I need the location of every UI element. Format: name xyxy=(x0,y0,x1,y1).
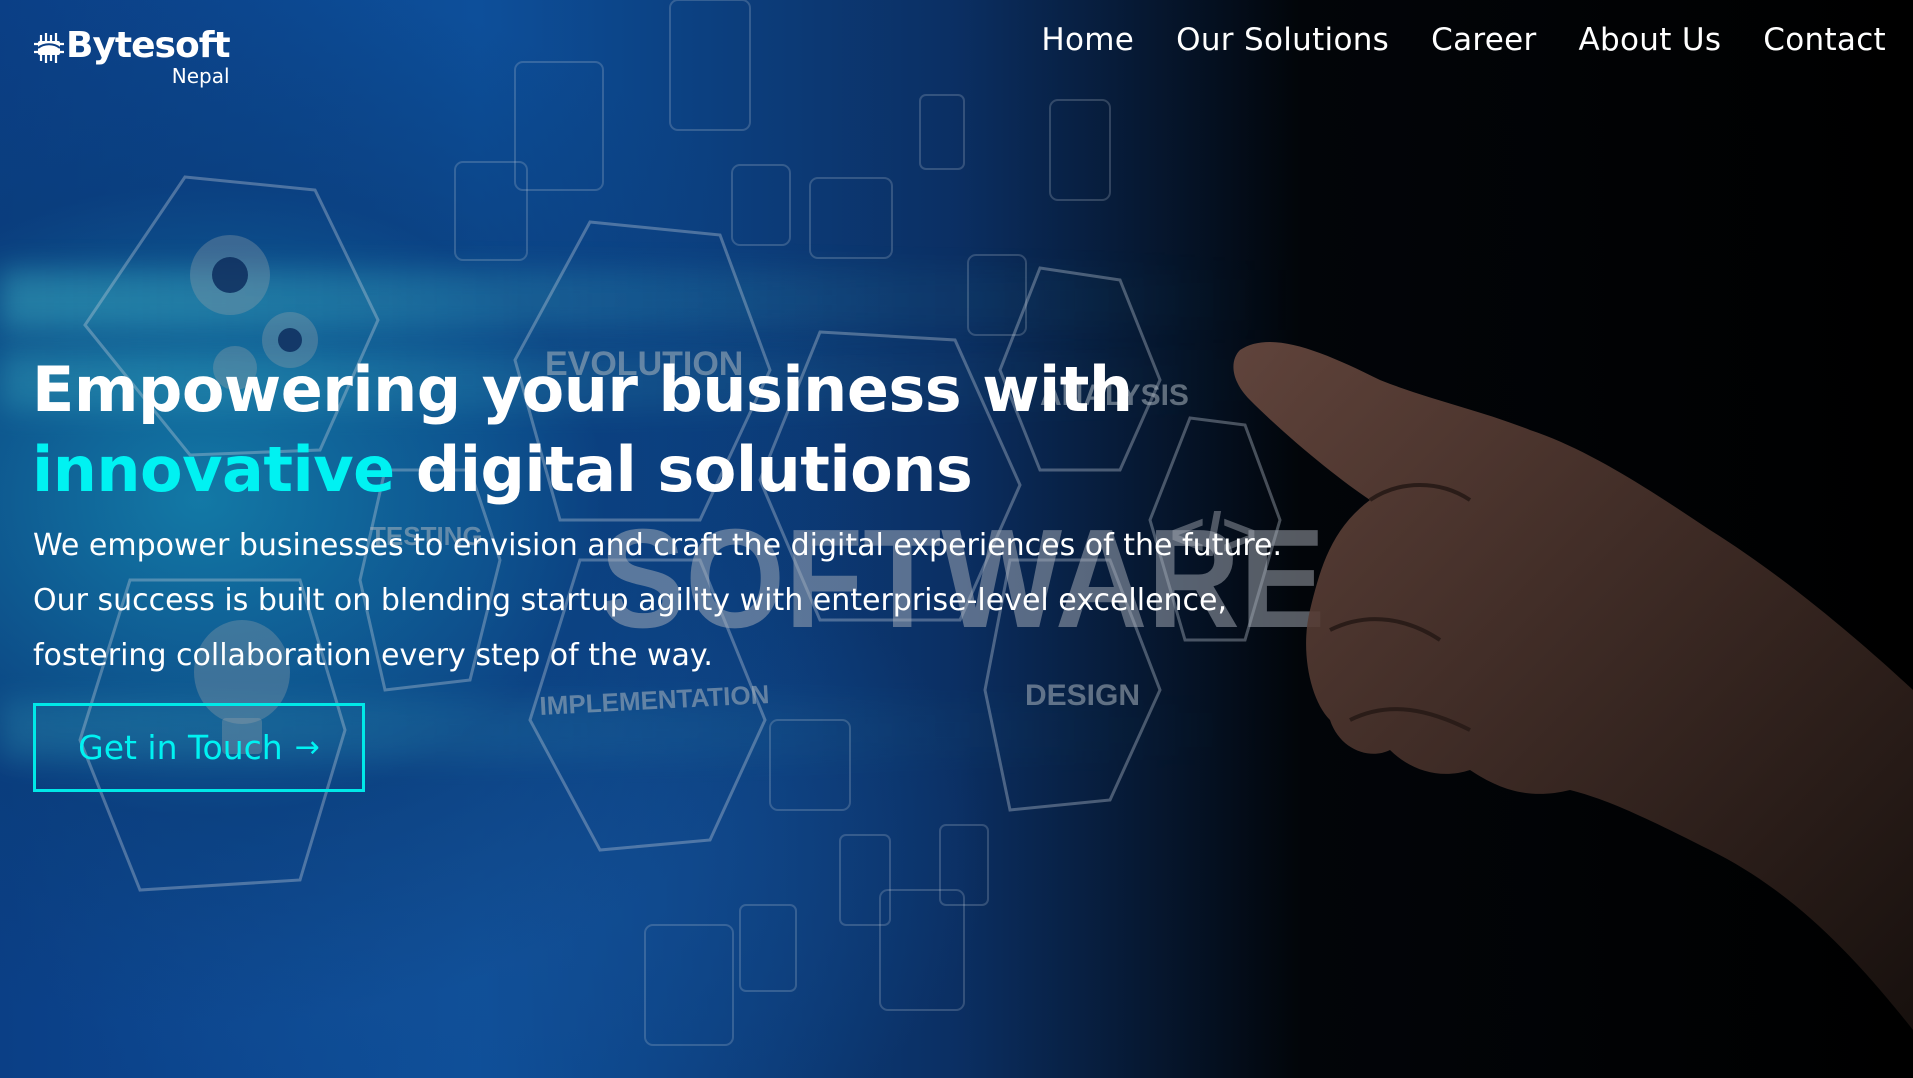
headline-line-2-rest: digital solutions xyxy=(394,433,973,506)
hero-headline: Empowering your business with innovative… xyxy=(32,350,1282,510)
nav-about-us[interactable]: About Us xyxy=(1579,22,1722,58)
brand-subtitle: Nepal xyxy=(171,64,230,88)
arrow-right-icon: → xyxy=(294,730,320,765)
main-nav: Home Our Solutions Career About Us Conta… xyxy=(1041,22,1886,58)
get-in-touch-button[interactable]: Get in Touch → xyxy=(33,703,365,792)
pointing-hand-image xyxy=(1233,342,1913,1030)
chip-circuit-icon xyxy=(34,33,64,63)
nav-home[interactable]: Home xyxy=(1041,22,1134,58)
cta-label: Get in Touch xyxy=(78,728,283,767)
nav-our-solutions[interactable]: Our Solutions xyxy=(1176,22,1389,58)
hero-description: We empower businesses to envision and cr… xyxy=(33,528,1283,673)
hero-section: EVOLUTION ANALYSIS TESTING IMPLEMENTATIO… xyxy=(0,0,1913,1078)
headline-line-1: Empowering your business with xyxy=(32,353,1133,426)
nav-career[interactable]: Career xyxy=(1431,22,1536,58)
brand-logo[interactable]: Bytesoft Nepal xyxy=(32,25,231,88)
hex-label: DESIGN xyxy=(1025,679,1140,712)
nav-contact[interactable]: Contact xyxy=(1763,22,1886,58)
headline-accent-word: innovative xyxy=(32,433,395,506)
brand-name: Bytesoft xyxy=(66,25,231,66)
hex-label: IMPLEMENTATION xyxy=(539,679,770,721)
